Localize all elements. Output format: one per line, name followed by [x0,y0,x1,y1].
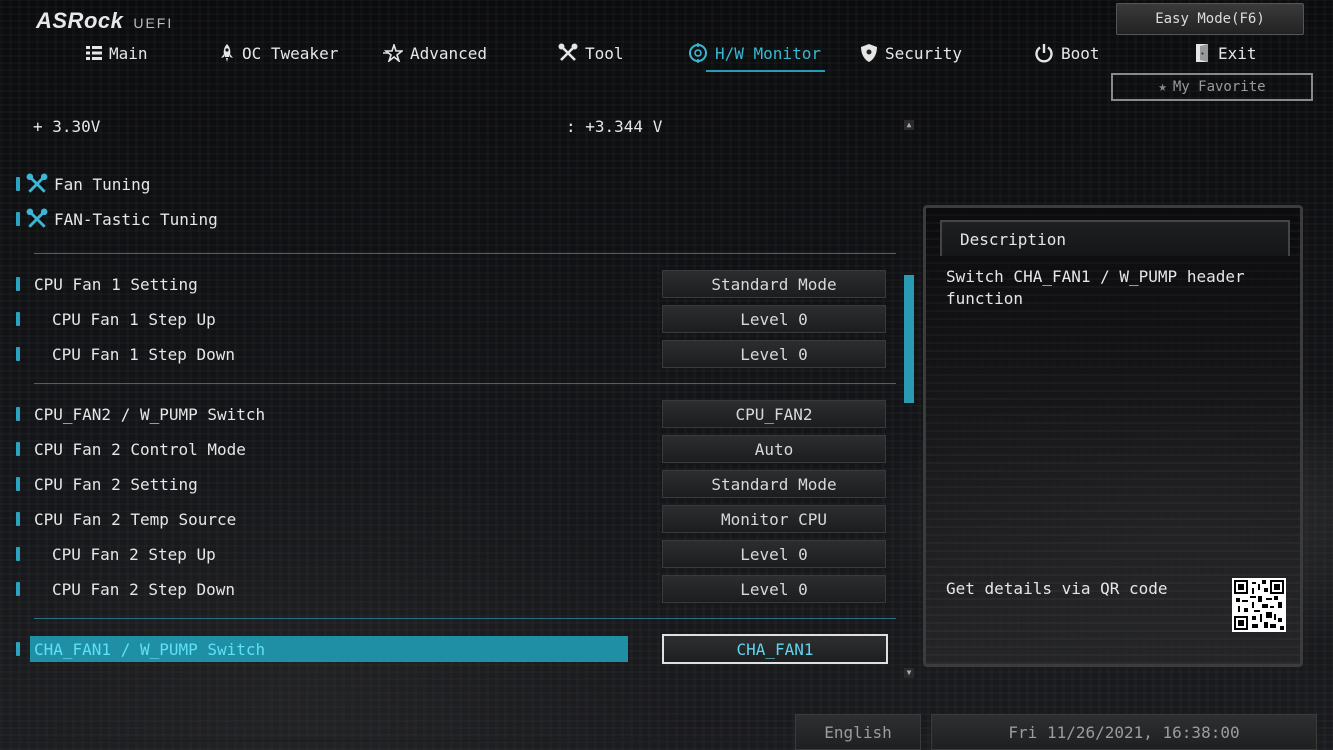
row-bullet [16,512,20,526]
setting-row-cpu-fan2-setting[interactable]: CPU Fan 2 Setting Standard Mode [12,469,887,499]
setting-label: CPU_FAN2 / W_PUMP Switch [34,404,266,424]
language-button[interactable]: English [795,714,921,750]
tab-label: Exit [1218,43,1257,63]
my-favorite-label: My Favorite [1172,79,1266,95]
setting-row-cha-fan1-wpump-switch[interactable]: CHA_FAN1 / W_PUMP Switch CHA_FAN1 [12,634,888,664]
tab-main[interactable]: Main [86,40,148,66]
section-divider [34,618,896,619]
brand-sub: UEFI [133,15,174,31]
setting-value-dropdown[interactable]: Level 0 [662,575,886,603]
setting-row-cpu-fan1-step-up[interactable]: CPU Fan 1 Step Up Level 0 [12,304,887,334]
shield-icon [860,43,878,63]
setting-row-cpu-fan2-control-mode[interactable]: CPU Fan 2 Control Mode Auto [12,434,887,464]
setting-value-dropdown[interactable]: CHA_FAN1 [662,634,888,664]
setting-label: CPU Fan 1 Setting [34,274,198,294]
setting-value-dropdown[interactable]: Auto [662,435,886,463]
row-bullet [16,642,20,656]
setting-row-cpu-fan1-setting[interactable]: CPU Fan 1 Setting Standard Mode [12,269,887,299]
setting-row-cpu-fan2-step-up[interactable]: CPU Fan 2 Step Up Level 0 [12,539,887,569]
row-bullet [16,177,20,191]
setting-label: CPU Fan 1 Step Up [52,309,216,329]
asrock-logo: ASRock UEFI [36,8,173,34]
tools-icon [558,43,578,63]
tab-oc-tweaker[interactable]: OC Tweaker [219,40,338,66]
rocket-icon [219,44,235,62]
setting-row-cpu-fan2-wpump-switch[interactable]: CPU_FAN2 / W_PUMP Switch CPU_FAN2 [12,399,887,429]
tab-label: Advanced [410,43,488,63]
setting-label: CPU Fan 2 Step Down [52,579,236,599]
tab-exit[interactable]: Exit [1195,40,1257,66]
my-favorite-button[interactable]: ★ My Favorite [1111,73,1313,101]
tab-tool[interactable]: Tool [558,40,624,66]
exit-icon [1195,43,1211,63]
star-icon: ★ [1158,79,1167,95]
datetime-display: Fri 11/26/2021, 16:38:00 [931,714,1317,750]
fan-tuning-label: Fan Tuning [54,174,151,194]
setting-label: CPU Fan 2 Setting [34,474,198,494]
tools-icon [26,208,48,230]
section-divider [34,383,896,384]
setting-label: CPU Fan 1 Step Down [52,344,236,364]
tab-advanced[interactable]: Advanced [383,40,487,66]
row-bullet [16,347,20,361]
fan-tastic-tuning-item[interactable]: FAN-Tastic Tuning [12,204,887,234]
row-bullet [16,582,20,596]
list-icon [86,45,102,61]
description-title: Description [940,220,1290,256]
row-bullet [16,312,20,326]
setting-label: CPU Fan 2 Temp Source [34,509,237,529]
tab-label: H/W Monitor [715,43,821,63]
selected-highlight: CHA_FAN1 / W_PUMP Switch [30,636,628,662]
setting-row-cpu-fan1-step-down[interactable]: CPU Fan 1 Step Down Level 0 [12,339,887,369]
brand-name: ASRock [36,8,124,33]
setting-value-dropdown[interactable]: Level 0 [662,305,886,333]
tab-hw-monitor[interactable]: H/W Monitor [688,40,825,72]
tab-label: OC Tweaker [242,43,339,63]
setting-value-dropdown[interactable]: Standard Mode [662,470,886,498]
row-bullet [16,277,20,291]
qr-code-icon [1232,578,1286,632]
setting-value-dropdown[interactable]: Standard Mode [662,270,886,298]
monitor-icon [688,43,708,63]
row-bullet [16,407,20,421]
voltage-label: + 3.30V [33,117,101,136]
row-bullet [16,477,20,491]
footer-line [0,740,790,742]
scroll-down-arrow-icon[interactable]: ▼ [904,668,914,678]
scroll-up-arrow-icon[interactable]: ▲ [904,120,914,130]
qr-code-label: Get details via QR code [946,579,1168,598]
description-panel: Description Switch CHA_FAN1 / W_PUMP hea… [923,205,1303,667]
fan-tastic-tuning-label: FAN-Tastic Tuning [54,209,218,229]
tab-boot[interactable]: Boot [1034,40,1100,66]
setting-row-cpu-fan2-temp-source[interactable]: CPU Fan 2 Temp Source Monitor CPU [12,504,887,534]
tab-label: Security [885,43,963,63]
setting-value-dropdown[interactable]: Level 0 [662,540,886,568]
row-bullet [16,212,20,226]
setting-label: CHA_FAN1 / W_PUMP Switch [34,639,266,659]
scrollbar-thumb[interactable] [904,275,914,403]
setting-value-dropdown[interactable]: Level 0 [662,340,886,368]
tab-label: Tool [585,43,624,63]
star-icon [383,44,403,62]
row-bullet [16,547,20,561]
row-bullet [16,442,20,456]
setting-label: CPU Fan 2 Control Mode [34,439,246,459]
description-text: Switch CHA_FAN1 / W_PUMP header function [946,267,1245,308]
fan-tuning-item[interactable]: Fan Tuning [12,169,887,199]
tools-icon [26,173,48,195]
section-divider [34,253,896,254]
power-icon [1034,43,1054,63]
setting-value-dropdown[interactable]: CPU_FAN2 [662,400,886,428]
tab-label: Boot [1061,43,1100,63]
setting-label: CPU Fan 2 Step Up [52,544,216,564]
voltage-value: : +3.344 V [566,117,663,136]
easy-mode-button[interactable]: Easy Mode(F6) [1116,3,1304,35]
setting-row-cpu-fan2-step-down[interactable]: CPU Fan 2 Step Down Level 0 [12,574,887,604]
tab-security[interactable]: Security [860,40,962,66]
setting-value-dropdown[interactable]: Monitor CPU [662,505,886,533]
tab-label: Main [109,43,148,63]
